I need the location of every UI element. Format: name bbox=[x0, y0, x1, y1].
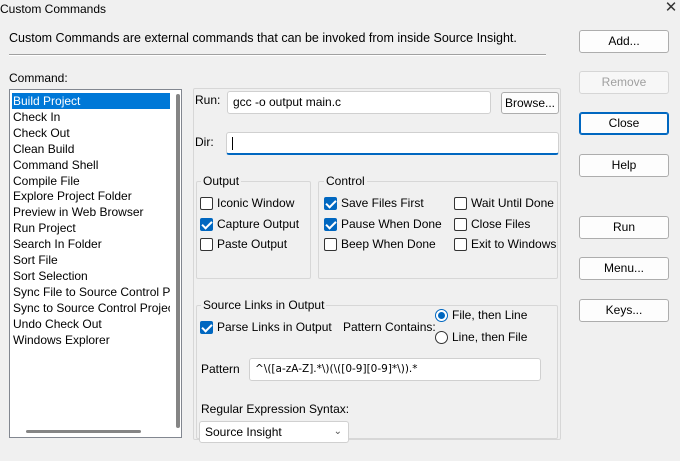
title-bar: Custom Commands ✕ bbox=[0, 0, 680, 18]
separator bbox=[9, 54, 546, 56]
checkbox-box[interactable] bbox=[454, 217, 467, 231]
control-group-title: Control bbox=[324, 174, 367, 188]
close-icon[interactable]: ✕ bbox=[662, 0, 680, 18]
paste-output-checkbox[interactable]: Paste Output bbox=[200, 236, 287, 252]
remove-button[interactable]: Remove bbox=[579, 71, 669, 94]
radio-label: Line, then File bbox=[452, 330, 528, 344]
checkbox-label: Pause When Done bbox=[341, 217, 442, 231]
checkbox-box[interactable] bbox=[200, 320, 213, 334]
command-label: Command: bbox=[9, 71, 68, 85]
checkbox-label: Parse Links in Output bbox=[217, 320, 332, 334]
scrollbar-thumb[interactable] bbox=[176, 94, 180, 428]
checkbox-box[interactable] bbox=[200, 237, 213, 251]
list-item[interactable]: Check Out bbox=[12, 125, 170, 141]
pattern-input[interactable]: ^\([a-zA-Z].*\)(\([0-9][0-9]*\)).* bbox=[249, 358, 541, 381]
command-listbox[interactable]: Build Project Check In Check Out Clean Buil… bbox=[9, 89, 182, 438]
radio-button[interactable] bbox=[435, 330, 448, 344]
close-files-checkbox[interactable]: Close Files bbox=[454, 216, 530, 232]
checkbox-box[interactable] bbox=[324, 237, 337, 251]
list-item[interactable]: Undo Check Out bbox=[12, 316, 170, 332]
iconic-window-checkbox[interactable]: Iconic Window bbox=[200, 195, 294, 211]
dir-input[interactable] bbox=[226, 132, 559, 155]
checkbox-box[interactable] bbox=[200, 217, 213, 231]
help-button[interactable]: Help bbox=[579, 154, 669, 177]
list-item[interactable]: Run Project bbox=[12, 220, 170, 236]
keys-button[interactable]: Keys... bbox=[579, 299, 669, 322]
checkbox-box[interactable] bbox=[200, 196, 213, 210]
dir-label: Dir: bbox=[195, 135, 214, 149]
checkbox-label: Beep When Done bbox=[341, 237, 436, 251]
menu-button[interactable]: Menu... bbox=[579, 257, 669, 280]
checkbox-box[interactable] bbox=[454, 237, 467, 251]
chevron-down-icon: ⌄ bbox=[333, 426, 342, 437]
list-vertical-scrollbar[interactable] bbox=[174, 91, 181, 437]
text-caret bbox=[232, 137, 233, 150]
close-button[interactable]: Close bbox=[579, 112, 669, 135]
checkbox-label: Capture Output bbox=[217, 217, 300, 231]
list-item[interactable]: Compile File bbox=[12, 173, 170, 189]
regex-syntax-label: Regular Expression Syntax: bbox=[201, 402, 350, 416]
description-text: Custom Commands are external commands th… bbox=[9, 31, 517, 45]
file-then-line-radio[interactable]: File, then Line bbox=[435, 307, 527, 323]
checkbox-box[interactable] bbox=[324, 196, 337, 210]
checkbox-box[interactable] bbox=[454, 196, 467, 210]
wait-until-done-checkbox[interactable]: Wait Until Done bbox=[454, 195, 554, 211]
parse-links-checkbox[interactable]: Parse Links in Output bbox=[200, 319, 332, 335]
checkbox-label: Exit to Windows bbox=[471, 237, 557, 251]
run-button[interactable]: Run bbox=[579, 216, 669, 239]
list-item[interactable]: Sync File to Source Control Pro bbox=[12, 284, 170, 300]
window-title: Custom Commands bbox=[0, 2, 107, 16]
radio-label: File, then Line bbox=[452, 308, 528, 322]
beep-when-done-checkbox[interactable]: Beep When Done bbox=[324, 236, 436, 252]
radio-button[interactable] bbox=[435, 308, 448, 322]
pattern-label: Pattern bbox=[201, 362, 240, 376]
browse-button[interactable]: Browse... bbox=[501, 92, 559, 114]
list-item[interactable]: Sync to Source Control Project bbox=[12, 300, 170, 316]
list-item[interactable]: Command Shell bbox=[12, 157, 170, 173]
select-value: Source Insight bbox=[205, 425, 282, 439]
checkbox-box[interactable] bbox=[324, 217, 337, 231]
run-label: Run: bbox=[195, 93, 221, 107]
capture-output-checkbox[interactable]: Capture Output bbox=[200, 216, 299, 232]
regex-syntax-select[interactable]: Source Insight ⌄ bbox=[199, 421, 349, 443]
line-then-file-radio[interactable]: Line, then File bbox=[435, 329, 527, 345]
save-files-first-checkbox[interactable]: Save Files First bbox=[324, 195, 424, 211]
exit-to-windows-checkbox[interactable]: Exit to Windows bbox=[454, 236, 556, 252]
list-item[interactable]: Search In Folder bbox=[12, 236, 170, 252]
list-item[interactable]: Clean Build bbox=[12, 141, 170, 157]
checkbox-label: Close Files bbox=[471, 217, 531, 231]
checkbox-label: Save Files First bbox=[341, 196, 424, 210]
list-item[interactable]: Preview in Web Browser bbox=[12, 204, 170, 220]
checkbox-label: Paste Output bbox=[217, 237, 288, 251]
list-item[interactable]: Sort Selection bbox=[12, 268, 170, 284]
add-button[interactable]: Add... bbox=[579, 30, 669, 53]
list-horizontal-scrollbar[interactable] bbox=[26, 430, 141, 433]
pattern-contains-label: Pattern Contains: bbox=[343, 320, 436, 334]
source-links-title: Source Links in Output bbox=[201, 298, 327, 312]
checkbox-label: Iconic Window bbox=[217, 196, 295, 210]
pause-when-done-checkbox[interactable]: Pause When Done bbox=[324, 216, 442, 232]
list-item[interactable]: Windows Explorer bbox=[12, 332, 170, 348]
run-input[interactable]: gcc -o output main.c bbox=[227, 91, 491, 114]
list-item[interactable]: Explore Project Folder bbox=[12, 188, 170, 204]
list-item[interactable]: Build Project bbox=[12, 93, 170, 109]
list-item[interactable]: Check In bbox=[12, 109, 170, 125]
output-group-title: Output bbox=[201, 174, 242, 188]
list-item[interactable]: Sort File bbox=[12, 252, 170, 268]
checkbox-label: Wait Until Done bbox=[471, 196, 554, 210]
